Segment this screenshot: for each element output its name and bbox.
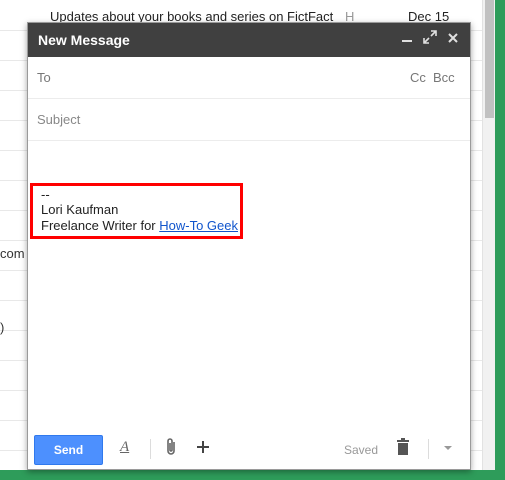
attach-file-icon[interactable]: [165, 437, 183, 459]
inbox-fragment-text: ): [0, 320, 5, 335]
to-label: To: [37, 70, 51, 85]
trash-icon[interactable]: [396, 437, 414, 459]
window-edge-bottom: [0, 470, 505, 480]
expand-icon[interactable]: [420, 29, 440, 51]
saved-status: Saved: [344, 443, 379, 457]
compose-window: New Message To Cc Bcc Subject -- Lori Ka…: [27, 22, 471, 470]
toolbar-divider: [150, 439, 151, 459]
inbox-fragment-text: com: [0, 246, 25, 261]
subject-field[interactable]: Subject: [28, 99, 470, 141]
signature-role-text: Freelance Writer for: [41, 218, 160, 233]
send-button[interactable]: Send: [34, 435, 103, 465]
signature-name: Lori Kaufman: [41, 202, 119, 217]
cc-link[interactable]: Cc: [410, 70, 426, 85]
vertical-scrollbar[interactable]: [482, 0, 496, 480]
compose-header[interactable]: New Message: [28, 23, 470, 57]
subject-placeholder: Subject: [37, 112, 81, 127]
compose-title: New Message: [38, 32, 130, 48]
bcc-link[interactable]: Bcc: [433, 70, 455, 85]
signature-link[interactable]: How-To Geek: [159, 218, 238, 233]
close-icon[interactable]: [443, 29, 463, 51]
toolbar-divider: [428, 439, 429, 459]
insert-more-icon[interactable]: [196, 437, 214, 459]
signature-role: Freelance Writer for How-To Geek: [41, 218, 238, 233]
window-edge: [495, 0, 505, 480]
signature-dashes: --: [41, 187, 50, 202]
signature-highlight-box: -- Lori Kaufman Freelance Writer for How…: [30, 183, 243, 239]
more-options-arrow-icon[interactable]: [442, 437, 460, 459]
formatting-options-icon[interactable]: A: [120, 439, 129, 456]
scrollbar-thumb[interactable]: [485, 0, 494, 118]
to-field[interactable]: To Cc Bcc: [28, 57, 470, 99]
compose-footer: Send A Saved: [28, 427, 470, 469]
minimize-icon[interactable]: [397, 29, 417, 51]
